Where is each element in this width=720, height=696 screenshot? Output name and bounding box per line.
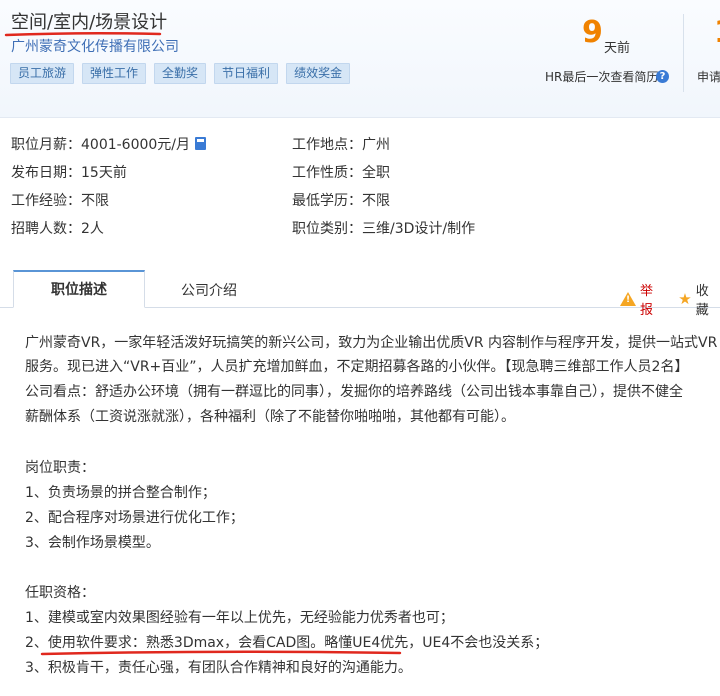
duty-item: 3、会制作场景模型。 <box>25 535 160 551</box>
salary-row: 职位月薪：4001-6000元/月 <box>11 134 207 154</box>
education-row: 最低学历：不限 <box>292 190 390 210</box>
category-row: 职位类别：三维/3D设计/制作 <box>292 218 475 238</box>
date-value: 15天前 <box>81 165 127 181</box>
nature-label: 工作性质： <box>292 165 362 181</box>
company-link[interactable]: 广州蒙奇文化传播有限公司 <box>11 36 179 56</box>
apply-label: 申请 <box>697 70 720 84</box>
location-row: 工作地点：广州 <box>292 134 390 154</box>
experience-label: 工作经验： <box>11 193 81 209</box>
intro-line: 公司看点：舒适办公环境（拥有一群逗比的同事），发掘你的培养路线（公司出钱本事靠自… <box>25 384 683 400</box>
duty-item: 1、负责场景的拼合整合制作； <box>25 485 216 501</box>
benefit-tag: 全勤奖 <box>154 63 207 84</box>
calculator-icon[interactable] <box>195 137 207 150</box>
requirement-item: 3、积极肯干，责任心强，有团队合作精神和良好的沟通能力。 <box>25 660 412 676</box>
hr-view-days-number: 9 <box>582 15 603 50</box>
tab-job-description[interactable]: 职位描述 <box>13 270 145 308</box>
intro-line: 广州蒙奇VR，一家年轻活泼好玩搞笑的新兴公司，致力为企业输出优质VR 内容制作与… <box>25 335 718 351</box>
education-label: 最低学历： <box>292 193 362 209</box>
job-header: 空间/室内/场景设计 广州蒙奇文化传播有限公司 员工旅游 弹性工作 全勤奖 节日… <box>0 0 720 118</box>
requirement-item: 1、建模或室内效果图经验有一年以上优先，无经验能力优秀者也可； <box>25 610 454 626</box>
hr-view-days-unit: 天前 <box>604 41 631 56</box>
category-value: 三维/3D设计/制作 <box>362 221 476 237</box>
headcount-value: 2人 <box>81 221 104 237</box>
category-label: 职位类别： <box>292 221 362 237</box>
location-label: 工作地点： <box>292 137 362 153</box>
experience-row: 工作经验：不限 <box>11 190 109 210</box>
favorite-link[interactable]: 收藏 <box>696 280 720 318</box>
help-icon[interactable]: ? <box>656 70 669 83</box>
experience-value: 不限 <box>81 193 109 209</box>
hr-view-note: HR最后一次查看简历 <box>545 70 659 84</box>
intro-line: 服务。现已进入“VR+百业”，人员扩充增加鲜血，不定期招募各路的小伙伴。【现急聘… <box>25 359 689 375</box>
detail-tabs: 职位描述 公司介绍 ! 举报 ★ 收藏 <box>0 270 720 318</box>
nature-value: 全职 <box>362 165 390 181</box>
star-icon[interactable]: ★ <box>678 290 691 308</box>
report-link[interactable]: 举报 <box>640 280 664 318</box>
benefit-tag: 弹性工作 <box>82 63 147 84</box>
salary-value: 4001-6000元/月 <box>81 137 191 153</box>
date-label: 发布日期： <box>11 165 81 181</box>
divider <box>683 14 684 92</box>
location-value: 广州 <box>362 137 390 153</box>
date-row: 发布日期：15天前 <box>11 162 127 182</box>
headcount-row: 招聘人数：2人 <box>11 218 104 238</box>
benefit-tag: 绩效奖金 <box>286 63 351 84</box>
education-value: 不限 <box>362 193 390 209</box>
nature-row: 工作性质：全职 <box>292 162 390 182</box>
intro-line: 薪酬体系（工资说涨就涨），各种福利（除了不能替你啪啪啪，其他都有可能）。 <box>25 409 515 425</box>
apply-count-number: 1 <box>714 15 720 50</box>
duty-item: 2、配合程序对场景进行优化工作； <box>25 510 244 526</box>
warning-icon: ! <box>620 292 636 306</box>
duties-title: 岗位职责： <box>25 460 95 476</box>
benefit-tags: 员工旅游 弹性工作 全勤奖 节日福利 绩效奖金 <box>10 63 351 84</box>
headcount-label: 招聘人数： <box>11 221 81 237</box>
benefit-tag: 员工旅游 <box>10 63 75 84</box>
benefit-tag: 节日福利 <box>214 63 279 84</box>
report-favorite-bar: ! 举报 ★ 收藏 <box>620 280 720 318</box>
salary-label: 职位月薪： <box>11 137 81 153</box>
tab-company-intro[interactable]: 公司介绍 <box>181 280 237 300</box>
requirements-title: 任职资格： <box>25 585 95 601</box>
